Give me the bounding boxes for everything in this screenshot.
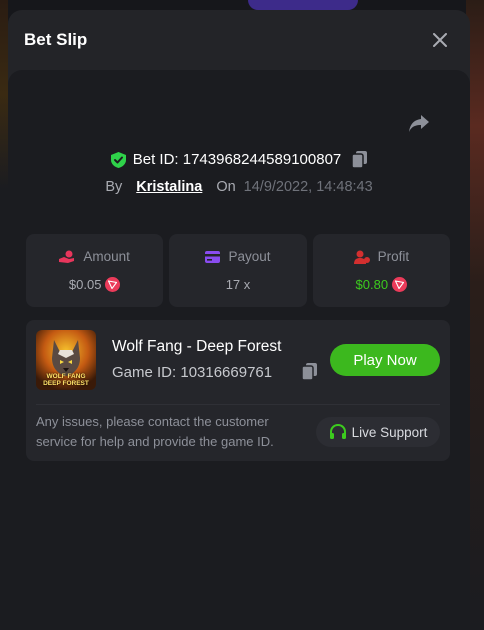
support-help-text: Any issues, please contact the customer …	[36, 414, 274, 449]
bet-id-row: Bet ID: 1743968244589100807	[8, 151, 470, 168]
stat-profit-value: $0.80	[355, 277, 389, 292]
thumbnail-title-line2: DEEP FOREST	[43, 380, 89, 387]
tron-coin-icon	[105, 277, 121, 292]
play-now-button[interactable]: Play Now	[330, 344, 440, 376]
bet-slip-modal: Bet Slip Bet ID: 1743968244589100807 By …	[8, 10, 470, 630]
bet-id-label: Bet ID: 1743968244589100807	[132, 151, 342, 168]
stat-profit: Profit $0.80	[312, 234, 450, 307]
bet-author-row: By Kristalina On 14/9/2022, 14:48:43	[8, 179, 470, 195]
copy-icon	[301, 363, 317, 381]
bet-stats: Amount $0.05 Payout 17 x Profit $0.80	[26, 234, 450, 307]
user-coin-icon	[353, 250, 370, 264]
live-support-label: Live Support	[351, 424, 428, 440]
share-button[interactable]	[406, 110, 432, 136]
stat-profit-label: Profit	[377, 249, 410, 264]
bet-datetime: 14/9/2022, 14:48:43	[243, 179, 373, 195]
background-top-pill	[248, 0, 358, 10]
thumbnail-title-line1: WOLF FANG	[46, 373, 86, 380]
game-name: Wolf Fang - Deep Forest	[112, 338, 282, 355]
game-id: Game ID: 10316669761	[112, 364, 273, 381]
card-icon	[205, 250, 221, 263]
close-icon	[433, 33, 447, 47]
username-link[interactable]: Kristalina	[136, 179, 202, 195]
modal-title: Bet Slip	[24, 30, 88, 49]
hand-coin-icon	[59, 250, 75, 263]
on-label: On	[216, 179, 236, 195]
modal-header: Bet Slip	[8, 10, 470, 70]
stat-amount-value: $0.05	[68, 277, 102, 292]
game-thumbnail[interactable]: WOLF FANG DEEP FOREST	[36, 330, 96, 390]
copy-game-id-button[interactable]	[301, 363, 317, 385]
shield-check-icon	[110, 151, 126, 168]
stat-amount: Amount $0.05	[26, 234, 164, 307]
tron-coin-icon	[392, 277, 408, 292]
copy-icon	[352, 151, 368, 168]
card-divider	[36, 404, 440, 405]
game-card: WOLF FANG DEEP FOREST Wolf Fang - Deep F…	[26, 320, 450, 461]
share-icon	[409, 115, 429, 132]
stat-amount-label: Amount	[83, 249, 130, 264]
background-page-left	[0, 0, 8, 630]
bet-slip-panel: Bet ID: 1743968244589100807 By Kristalin…	[8, 70, 470, 630]
by-label: By	[105, 179, 123, 195]
stat-payout: Payout 17 x	[169, 234, 307, 307]
copy-bet-id-button[interactable]	[352, 151, 368, 168]
close-button[interactable]	[428, 28, 452, 52]
live-support-button[interactable]: Live Support	[316, 417, 440, 447]
stat-payout-label: Payout	[228, 249, 271, 264]
stat-payout-value: 17 x	[225, 277, 251, 292]
headset-icon	[329, 423, 346, 439]
